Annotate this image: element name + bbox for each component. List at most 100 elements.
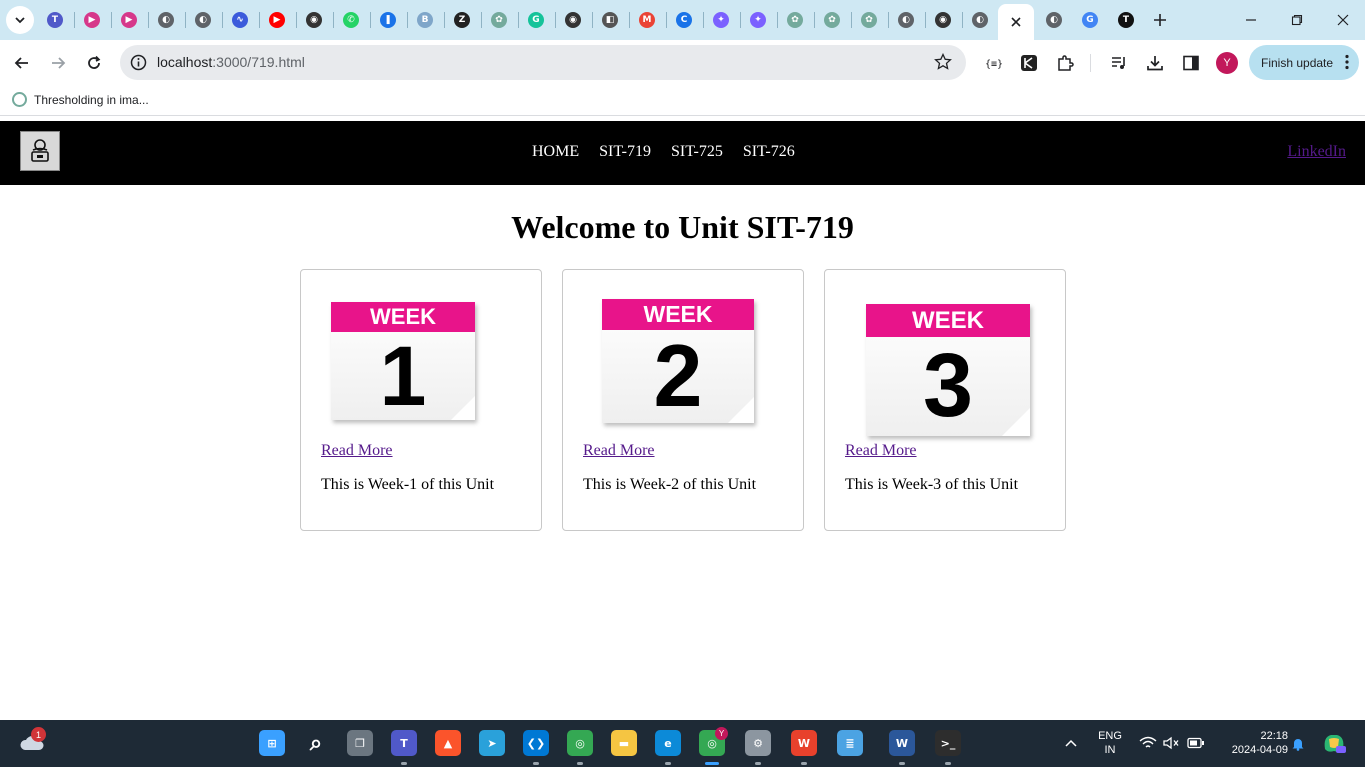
side-panel-icon [1183,55,1199,71]
pinned-tab[interactable]: ✆ [339,8,363,32]
file-explorer-icon[interactable]: ▬ [611,730,637,756]
linkedin-link[interactable]: LinkedIn [1287,143,1346,161]
extension-button[interactable] [1018,52,1040,74]
nav-link-sit-719[interactable]: SIT-719 [599,143,651,161]
copilot-icon[interactable] [1321,731,1347,755]
finish-update-button[interactable]: Finish update [1249,45,1359,80]
pinned-tab[interactable]: ❚ [376,8,400,32]
more-vert-icon [1345,54,1349,70]
pinned-tab[interactable]: ▶ [265,8,289,32]
tab-separator [185,12,186,28]
close-window-button[interactable] [1320,0,1365,40]
pinned-tab[interactable]: ◐ [1042,8,1066,32]
svg-text:{≡}: {≡} [985,59,1002,70]
terminal-icon[interactable]: >_ [935,730,961,756]
language-indicator[interactable]: ENG IN [1093,729,1127,757]
volume-muted-icon[interactable] [1162,736,1180,750]
pinned-tab[interactable]: ◉ [931,8,955,32]
page-viewport: HOME SIT-719 SIT-725 SIT-726 LinkedIn We… [0,121,1365,720]
pinned-tab[interactable]: Z [450,8,474,32]
pinned-tab[interactable]: ◐ [894,8,918,32]
chevron-up-icon[interactable] [1064,736,1078,750]
pinned-tab[interactable]: ◉ [561,8,585,32]
pinned-tab[interactable]: ◉ [302,8,326,32]
openai-icon: ◉ [306,12,322,28]
read-more-link[interactable]: Read More [321,442,393,460]
profile-avatar[interactable]: Y [1216,52,1238,74]
pinned-tab[interactable]: ✿ [857,8,881,32]
teams-icon[interactable]: T [391,730,417,756]
tab-separator [814,12,815,28]
side-panel-button[interactable] [1180,52,1202,74]
pinned-tab[interactable]: ✿ [820,8,844,32]
pinned-tab[interactable]: ✦ [709,8,733,32]
json-extension-button[interactable]: {≡} [982,52,1004,74]
running-indicator [755,762,761,765]
chevron-down-icon [15,17,25,24]
forward-button[interactable] [44,49,72,77]
notepad-icon[interactable]: ≣ [837,730,863,756]
tsv-icon: T [1118,12,1134,28]
wifi-icon[interactable] [1139,736,1157,750]
site-logo[interactable] [20,131,60,171]
reload-button[interactable] [80,49,108,77]
settings-icon[interactable]: ⚙ [745,730,771,756]
site-info-icon[interactable] [130,54,147,71]
extensions-button[interactable] [1054,52,1076,74]
nav-link-home[interactable]: HOME [532,143,579,161]
task-view-icon[interactable]: ❐ [347,730,373,756]
read-more-link[interactable]: Read More [583,442,655,460]
tab-search-button[interactable] [6,6,34,34]
active-tab[interactable] [998,4,1034,40]
pinned-tab[interactable]: B [413,8,437,32]
openai-icon: ◉ [565,12,581,28]
chrome-icon[interactable]: ◎ [567,730,593,756]
running-indicator [705,762,719,765]
brave-icon[interactable]: ▲ [435,730,461,756]
wps-office-icon[interactable]: W [791,730,817,756]
bookmark-star-icon[interactable] [934,53,952,71]
battery-icon[interactable] [1187,737,1205,749]
pinned-tab[interactable]: ◐ [968,8,992,32]
bookmarks-bar: Thresholding in ima... [0,86,1365,116]
close-icon[interactable] [1010,16,1022,28]
read-more-link[interactable]: Read More [845,442,917,460]
pinned-tab[interactable]: ◧ [598,8,622,32]
vscode-icon[interactable]: ❮❯ [523,730,549,756]
bookmark-item[interactable]: Thresholding in ima... [12,92,149,107]
card-description: This is Week-2 of this Unit [583,476,757,493]
search-icon[interactable]: ⌕ [303,730,329,756]
windows-start-icon[interactable]: ⊞ [259,730,285,756]
restore-button[interactable] [1274,0,1320,40]
pinned-tab[interactable]: ∿ [228,8,252,32]
pinned-tab[interactable]: ◐ [154,8,178,32]
pinned-tab[interactable]: ▶ [117,8,141,32]
pinned-tab[interactable]: T [43,8,67,32]
media-control-button[interactable] [1108,52,1130,74]
pinned-tab[interactable]: T [1114,8,1138,32]
pinned-tab[interactable]: ✿ [487,8,511,32]
pinned-tab[interactable]: ✦ [746,8,770,32]
telegram-icon[interactable]: ➤ [479,730,505,756]
arrow-right-icon [52,57,66,69]
pinned-tab[interactable]: ▶ [80,8,104,32]
pinned-tab[interactable]: G [524,8,548,32]
back-button[interactable] [8,49,36,77]
edge-icon[interactable]: e [655,730,681,756]
pinned-tab[interactable]: C [672,8,696,32]
word-icon[interactable]: W [889,730,915,756]
nav-link-sit-725[interactable]: SIT-725 [671,143,723,161]
downloads-button[interactable] [1144,52,1166,74]
address-bar[interactable]: localhost:3000/719.html [120,45,966,80]
notification-bell-icon[interactable] [1291,736,1305,751]
pinned-tab[interactable]: ◐ [191,8,215,32]
pinned-tab[interactable]: ✿ [783,8,807,32]
tab-separator [740,12,741,28]
pinned-tab[interactable]: G [1078,8,1102,32]
url-text[interactable]: localhost:3000/719.html [157,54,305,70]
nav-link-sit-726[interactable]: SIT-726 [743,143,795,161]
pinned-tab[interactable]: M [635,8,659,32]
minimize-button[interactable] [1228,0,1274,40]
new-tab-button[interactable] [1148,8,1172,32]
clock[interactable]: 22:18 2024-04-09 [1216,729,1288,757]
